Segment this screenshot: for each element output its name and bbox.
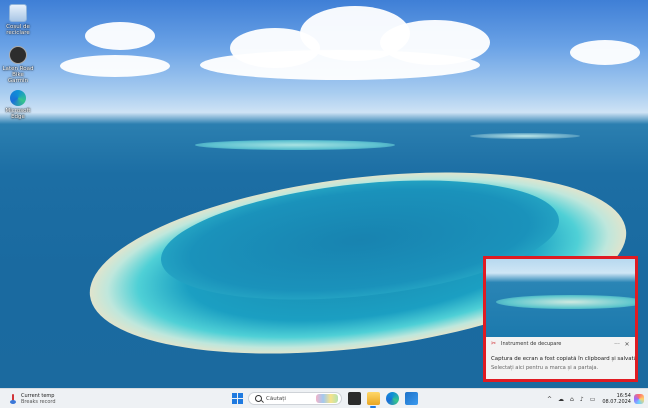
desktop-icon-label: Microsoft Edge: [5, 108, 31, 120]
edge-icon[interactable]: [386, 392, 399, 405]
start-icon: [232, 393, 237, 398]
desktop-icon-label: Coșul de reciclare: [6, 24, 30, 36]
taskbar-search[interactable]: Căutați: [248, 392, 342, 405]
search-highlight-icon: [316, 394, 338, 403]
clock-date: 08.07.2024: [602, 399, 631, 405]
store-icon[interactable]: [405, 392, 418, 405]
search-placeholder: Căutați: [266, 395, 286, 402]
recycle-bin-icon: [9, 4, 27, 22]
taskbar: Current temp Breaks record Căutați ^ ☁ ⌂…: [0, 388, 648, 408]
cloud-icon[interactable]: ☁: [558, 396, 564, 403]
battery-icon[interactable]: ▭: [590, 396, 596, 403]
volume-icon[interactable]: ♪: [580, 396, 584, 403]
copilot-icon[interactable]: [634, 394, 644, 404]
weather-subtitle: Breaks record: [21, 399, 56, 405]
task-view-icon[interactable]: [348, 392, 361, 405]
system-tray: ^ ☁ ⌂ ♪ ▭ 16:54 08.07.2024: [544, 389, 648, 409]
start-button[interactable]: [232, 393, 243, 404]
network-icon[interactable]: ⌂: [570, 396, 574, 403]
chevron-up-icon[interactable]: ^: [547, 396, 552, 403]
desktop-icon-recycle-bin[interactable]: Coșul de reciclare: [2, 4, 34, 36]
edge-icon: [10, 90, 26, 106]
desktop-icon-app[interactable]: Laten Road Bike Garmin: [2, 46, 34, 84]
app-icon: [9, 46, 27, 64]
search-icon: [255, 395, 262, 402]
thermometer-icon: [9, 394, 17, 404]
weather-widget[interactable]: Current temp Breaks record: [9, 392, 56, 406]
desktop-icon-edge[interactable]: Microsoft Edge: [2, 90, 34, 120]
file-explorer-icon[interactable]: [367, 392, 380, 405]
red-highlight-box: [483, 256, 638, 382]
desktop-icon-label: Laten Road Bike Garmin: [2, 66, 34, 84]
clock[interactable]: 16:54 08.07.2024: [602, 393, 631, 405]
